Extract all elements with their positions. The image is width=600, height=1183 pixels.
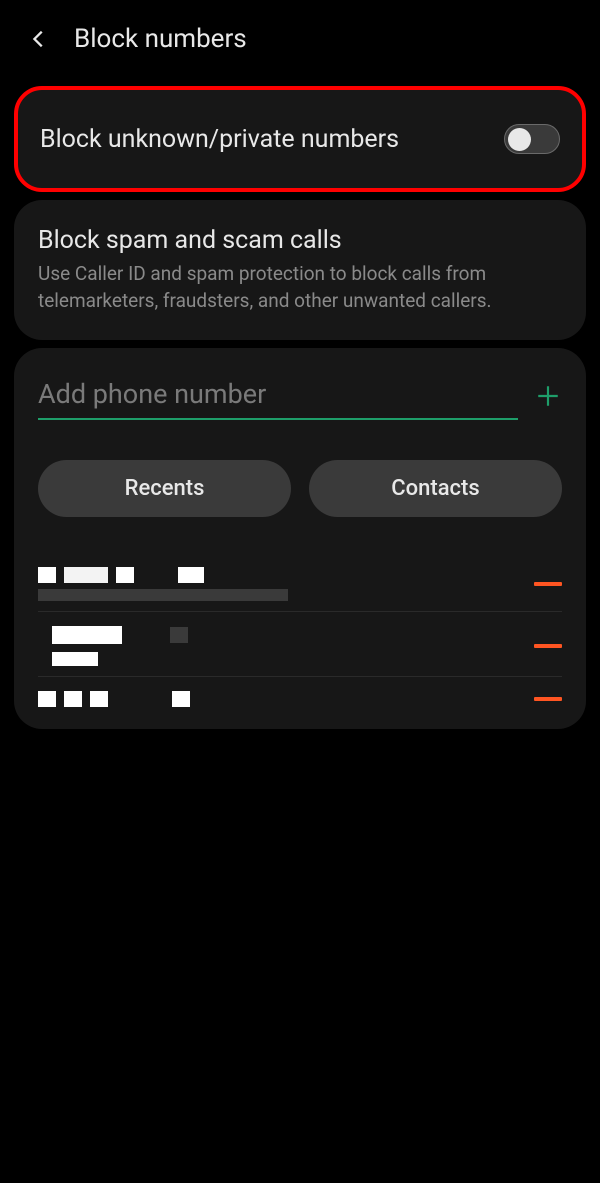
header: Block numbers xyxy=(0,0,600,78)
add-icon[interactable] xyxy=(534,382,562,410)
recents-button[interactable]: Recents xyxy=(38,460,291,517)
block-unknown-card[interactable]: Block unknown/private numbers xyxy=(14,86,586,192)
remove-icon[interactable] xyxy=(534,697,562,701)
list-item-content xyxy=(38,691,190,707)
block-spam-description: Use Caller ID and spam protection to blo… xyxy=(38,261,562,314)
block-spam-title: Block spam and scam calls xyxy=(38,226,562,255)
add-number-card: Recents Contacts xyxy=(14,348,586,729)
block-unknown-toggle[interactable] xyxy=(504,124,560,154)
block-spam-card[interactable]: Block spam and scam calls Use Caller ID … xyxy=(14,200,586,340)
blocked-list xyxy=(38,553,562,717)
contacts-button[interactable]: Contacts xyxy=(309,460,562,517)
toggle-knob xyxy=(508,128,531,151)
list-item xyxy=(38,677,562,717)
back-icon[interactable] xyxy=(28,28,50,50)
page-title: Block numbers xyxy=(74,24,247,54)
remove-icon[interactable] xyxy=(534,644,562,648)
remove-icon[interactable] xyxy=(534,582,562,586)
list-item-content xyxy=(38,626,188,666)
list-item xyxy=(38,553,562,612)
phone-number-input[interactable] xyxy=(38,372,518,420)
list-item xyxy=(38,612,562,677)
block-unknown-label: Block unknown/private numbers xyxy=(40,125,399,154)
list-item-content xyxy=(38,567,288,601)
